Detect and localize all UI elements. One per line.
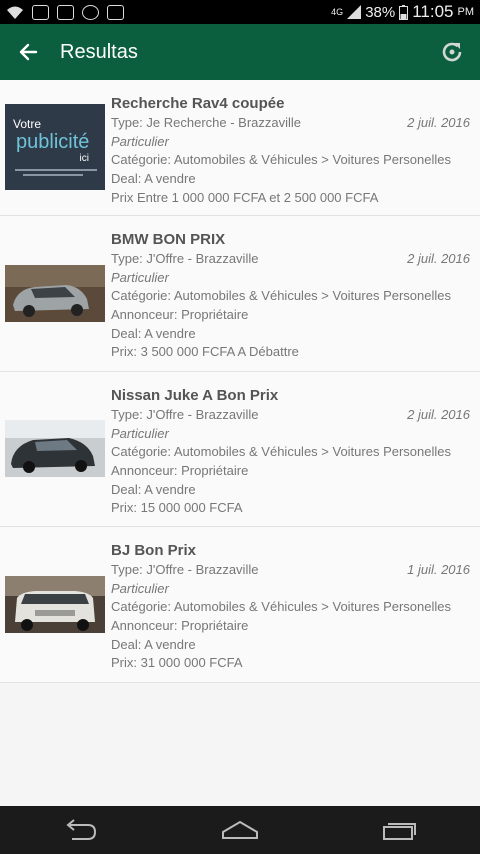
item-seller: Particulier [111,425,169,441]
car-photo [5,576,105,633]
item-title: Recherche Rav4 coupée [111,95,285,112]
item-date: 2 juil. 2016 [407,115,470,130]
image-icon [32,4,49,20]
item-title: Nissan Juke A Bon Prix [111,387,279,404]
nav-home-button[interactable] [210,810,270,850]
item-details: BJ Bon Prix Type: J'Offre - Brazzaville … [111,540,470,673]
signal-icon [347,5,362,19]
wifi-icon [7,6,23,19]
clock: 11:05 [412,2,454,21]
ad-line2: publicité [16,131,90,153]
ad-line1: Votre [13,117,42,131]
item-price: Prix: 15 000 000 FCFA [111,500,243,516]
message-icon [57,4,74,20]
list-item[interactable]: Nissan Juke A Bon Prix Type: J'Offre - B… [0,372,480,527]
arrow-left-icon [19,43,38,61]
item-advertiser: Annonceur: Propriétaire [111,463,249,479]
nav-back-icon [66,819,97,840]
item-type: Type: J'Offre - Brazzaville [111,251,259,266]
item-advertiser: Annonceur: Propriétaire [111,618,249,634]
status-bar: 4G 38% 11:05 PM [0,0,480,24]
status-right: 4G 38% 11:05 PM [331,2,474,22]
page-title: Resultas [60,40,138,63]
item-type: Type: J'Offre - Brazzaville [111,562,259,577]
battery-percent: 38% [365,3,396,21]
list-item[interactable]: Votre publicité ici Recherche Rav4 coupé… [0,80,480,216]
car-photo [5,420,105,477]
notification-icons [6,4,124,20]
clock-ampm: PM [457,6,475,18]
item-date: 2 juil. 2016 [407,251,470,266]
item-type: Type: Je Recherche - Brazzaville [111,115,302,130]
item-title: BJ Bon Prix [111,542,197,559]
item-deal: Deal: A vendre [111,481,196,497]
list-item[interactable]: BMW BON PRIX Type: J'Offre - Brazzaville… [0,216,480,372]
clipboard-check-icon [107,4,124,20]
item-category: Catégorie: Automobiles & Véhicules > Voi… [111,152,451,168]
results-list: Votre publicité ici Recherche Rav4 coupé… [0,80,480,683]
nav-recents-button[interactable] [370,810,430,850]
item-date: 2 juil. 2016 [407,407,470,422]
back-button[interactable] [0,24,56,80]
item-deal: Deal: A vendre [111,171,196,187]
item-type-row: Type: J'Offre - Brazzaville 2 juil. 2016 [111,250,470,269]
item-type-row: Type: J'Offre - Brazzaville 2 juil. 2016 [111,406,470,425]
item-category: Catégorie: Automobiles & Véhicules > Voi… [111,444,451,460]
item-date: 1 juil. 2016 [407,562,470,577]
item-type-row: Type: Je Recherche - Brazzaville 2 juil.… [111,114,470,133]
item-seller: Particulier [111,269,169,285]
item-seller: Particulier [111,133,169,149]
nav-home-icon [222,820,258,839]
refresh-icon [442,42,462,62]
nav-back-button[interactable] [50,810,110,850]
item-type-row: Type: J'Offre - Brazzaville 1 juil. 2016 [111,561,470,580]
nav-recents-icon [383,823,416,840]
ad-fineprint [15,169,97,171]
item-price: Prix Entre 1 000 000 FCFA et 2 500 000 F… [111,189,379,205]
battery-icon [399,4,409,20]
item-type: Type: J'Offre - Brazzaville [111,407,259,422]
item-details: Recherche Rav4 coupée Type: Je Recherche… [111,93,470,207]
refresh-button[interactable] [424,24,480,80]
list-item[interactable]: BJ Bon Prix Type: J'Offre - Brazzaville … [0,527,480,683]
item-details: BMW BON PRIX Type: J'Offre - Brazzaville… [111,229,470,362]
item-deal: Deal: A vendre [111,325,196,341]
item-details: Nissan Juke A Bon Prix Type: J'Offre - B… [111,385,470,518]
item-price: Prix: 3 500 000 FCFA A Débattre [111,344,299,360]
item-advertiser: Annonceur: Propriétaire [111,307,249,323]
app-bar: Resultas [0,24,480,80]
item-title: BMW BON PRIX [111,231,226,248]
item-category: Catégorie: Automobiles & Véhicules > Voi… [111,288,451,304]
car-photo [5,265,105,322]
ad-line3: ici [79,153,89,164]
cat-icon [82,4,99,20]
item-deal: Deal: A vendre [111,636,196,652]
network-type: 4G [331,7,344,17]
nav-bar [0,806,480,854]
item-price: Prix: 31 000 000 FCFA [111,655,243,671]
item-seller: Particulier [111,580,169,596]
ad-placeholder-image: Votre publicité ici [5,104,105,190]
ad-fineprint-2 [23,174,83,176]
item-category: Catégorie: Automobiles & Véhicules > Voi… [111,599,451,615]
